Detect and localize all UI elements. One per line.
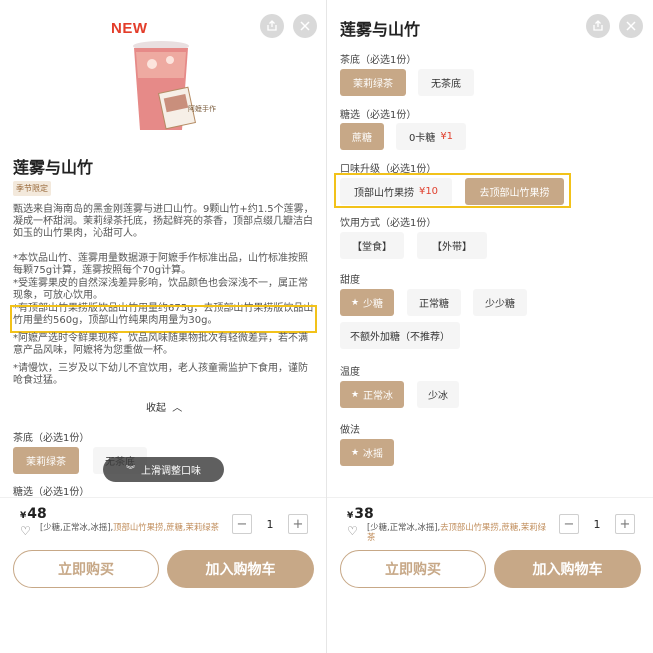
quantity-value: 1 bbox=[593, 517, 601, 531]
add-to-cart-button[interactable]: 加入购物车 bbox=[167, 550, 314, 588]
method-option-shaken[interactable]: ★ 冰摇 bbox=[340, 439, 394, 466]
drink-option-dine-in[interactable]: 【堂食】 bbox=[340, 232, 404, 259]
plus-icon[interactable]: + bbox=[615, 514, 635, 534]
close-icon[interactable] bbox=[619, 14, 643, 38]
tea-section-label: 茶底（必选1份） bbox=[340, 55, 417, 66]
star-icon: ★ bbox=[350, 447, 360, 458]
product-image bbox=[133, 41, 197, 130]
product-description: 甄选来自海南岛的黑金刚莲雾与进口山竹。9颗山竹+约1.5个莲雾，凝成一杯甜润。茉… bbox=[13, 204, 314, 240]
drink-section-label: 饮用方式（必选1份） bbox=[340, 218, 437, 229]
share-icon[interactable] bbox=[260, 14, 284, 38]
sugar-option-zero-cal[interactable]: 0卡糖 ¥1 bbox=[396, 123, 466, 150]
quantity-stepper: − 1 + bbox=[559, 513, 637, 535]
chevron-up-icon: ︿ bbox=[172, 403, 183, 414]
selection-summary: [少糖,正常冰,冰摇],顶部山竹果捞,蔗糖,茉莉绿茶 bbox=[40, 522, 219, 532]
note-5: *请慢饮，三岁及以下幼儿不宜饮用，老人孩童需监护下食用，谨防呛食过猛。 bbox=[13, 363, 308, 387]
note-4: *阿嬷严选时令鲜果现榨，饮品风味随果物批次有轻微差异，若不满意产品风味，阿嬷将为… bbox=[13, 333, 308, 357]
product-title: 莲雾与山竹 bbox=[340, 20, 421, 39]
buy-now-button[interactable]: 立即购买 bbox=[13, 550, 159, 588]
product-title: 莲雾与山竹 bbox=[13, 158, 94, 177]
selection-summary: [少糖,正常冰,冰摇],去顶部山竹果捞,蔗糖,茉莉绿茶 bbox=[367, 522, 546, 542]
sweetness-option-less[interactable]: ★ 少糖 bbox=[340, 289, 394, 316]
note-1: *本饮品山竹、莲雾用量数据源于阿嬷手作标准出品，山竹标准按照每颗75g计算，莲雾… bbox=[13, 253, 308, 277]
tea-section-label: 茶底（必选1份） bbox=[13, 433, 90, 444]
new-badge: NEW bbox=[111, 20, 148, 37]
method-section-label: 做法 bbox=[340, 425, 360, 436]
upgrade-option-no-top[interactable]: 去顶部山竹果捞 bbox=[465, 178, 564, 205]
season-tag: 季节限定 bbox=[13, 181, 51, 196]
sugar-section-label: 糖选（必选1份） bbox=[13, 487, 90, 498]
brand-logo: 阿嬷手作 bbox=[188, 105, 216, 113]
tea-option-jasmine[interactable]: 茉莉绿茶 bbox=[340, 69, 406, 96]
bottom-bar: ¥38 ♡ [少糖,正常冰,冰摇],去顶部山竹果捞,蔗糖,茉莉绿茶 − 1 + … bbox=[327, 497, 653, 653]
sugar-section-label: 糖选（必选1份） bbox=[340, 110, 417, 121]
double-chevron-down-icon: ︾ bbox=[125, 466, 135, 476]
temperature-option-normal-ice[interactable]: ★ 正常冰 bbox=[340, 381, 404, 408]
sweetness-option-no-extra[interactable]: 不额外加糖（不推荐） bbox=[340, 322, 460, 349]
bottom-bar: ¥48 ♡ [少糖,正常冰,冰摇],顶部山竹果捞,蔗糖,茉莉绿茶 − 1 + 立… bbox=[0, 497, 326, 653]
quantity-value: 1 bbox=[266, 517, 274, 531]
heart-icon[interactable]: ♡ bbox=[347, 524, 358, 538]
temperature-option-less-ice[interactable]: 少冰 bbox=[417, 381, 459, 408]
sugar-option-cane[interactable]: 蔗糖 bbox=[340, 123, 384, 150]
product-options-right: 莲雾与山竹 茶底（必选1份） 茉莉绿茶 无茶底 糖选（必选1份） 蔗糖 0卡糖 ¥… bbox=[327, 0, 653, 653]
share-icon[interactable] bbox=[586, 14, 610, 38]
upgrade-option-top-mangosteen[interactable]: 顶部山竹果捞 ¥10 bbox=[340, 178, 452, 205]
drink-option-takeout[interactable]: 【外带】 bbox=[417, 232, 487, 259]
product-detail-left: NEW 阿嬷手作 莲雾与山竹 季节限定 甄选来自海南岛的黑金刚莲雾与进口山竹。9… bbox=[0, 0, 326, 653]
note-2: *受莲雾果皮的自然深浅差异影响，饮品颜色也会深浅不一，属正常现象，可放心饮用。 bbox=[13, 278, 308, 302]
minus-icon[interactable]: − bbox=[232, 514, 252, 534]
highlight-box bbox=[10, 305, 317, 333]
star-icon: ★ bbox=[350, 389, 360, 400]
heart-icon[interactable]: ♡ bbox=[20, 524, 31, 538]
temperature-section-label: 温度 bbox=[340, 367, 360, 378]
buy-now-button[interactable]: 立即购买 bbox=[340, 550, 486, 588]
tea-option-none[interactable]: 无茶底 bbox=[418, 69, 474, 96]
quantity-stepper: − 1 + bbox=[232, 513, 310, 535]
minus-icon[interactable]: − bbox=[559, 514, 579, 534]
star-icon: ★ bbox=[350, 297, 360, 308]
add-to-cart-button[interactable]: 加入购物车 bbox=[494, 550, 641, 588]
swipe-hint-toast: ︾ 上滑调整口味 bbox=[103, 457, 224, 482]
price: ¥38 bbox=[347, 506, 374, 522]
close-icon[interactable] bbox=[293, 14, 317, 38]
collapse-toggle[interactable]: 收起 ︿ bbox=[146, 399, 182, 414]
price: ¥48 bbox=[20, 506, 47, 522]
sweetness-option-little[interactable]: 少少糖 bbox=[473, 289, 527, 316]
plus-icon[interactable]: + bbox=[288, 514, 308, 534]
sweetness-section-label: 甜度 bbox=[340, 275, 360, 286]
sweetness-option-normal[interactable]: 正常糖 bbox=[407, 289, 461, 316]
tea-option-jasmine[interactable]: 茉莉绿茶 bbox=[13, 447, 79, 474]
